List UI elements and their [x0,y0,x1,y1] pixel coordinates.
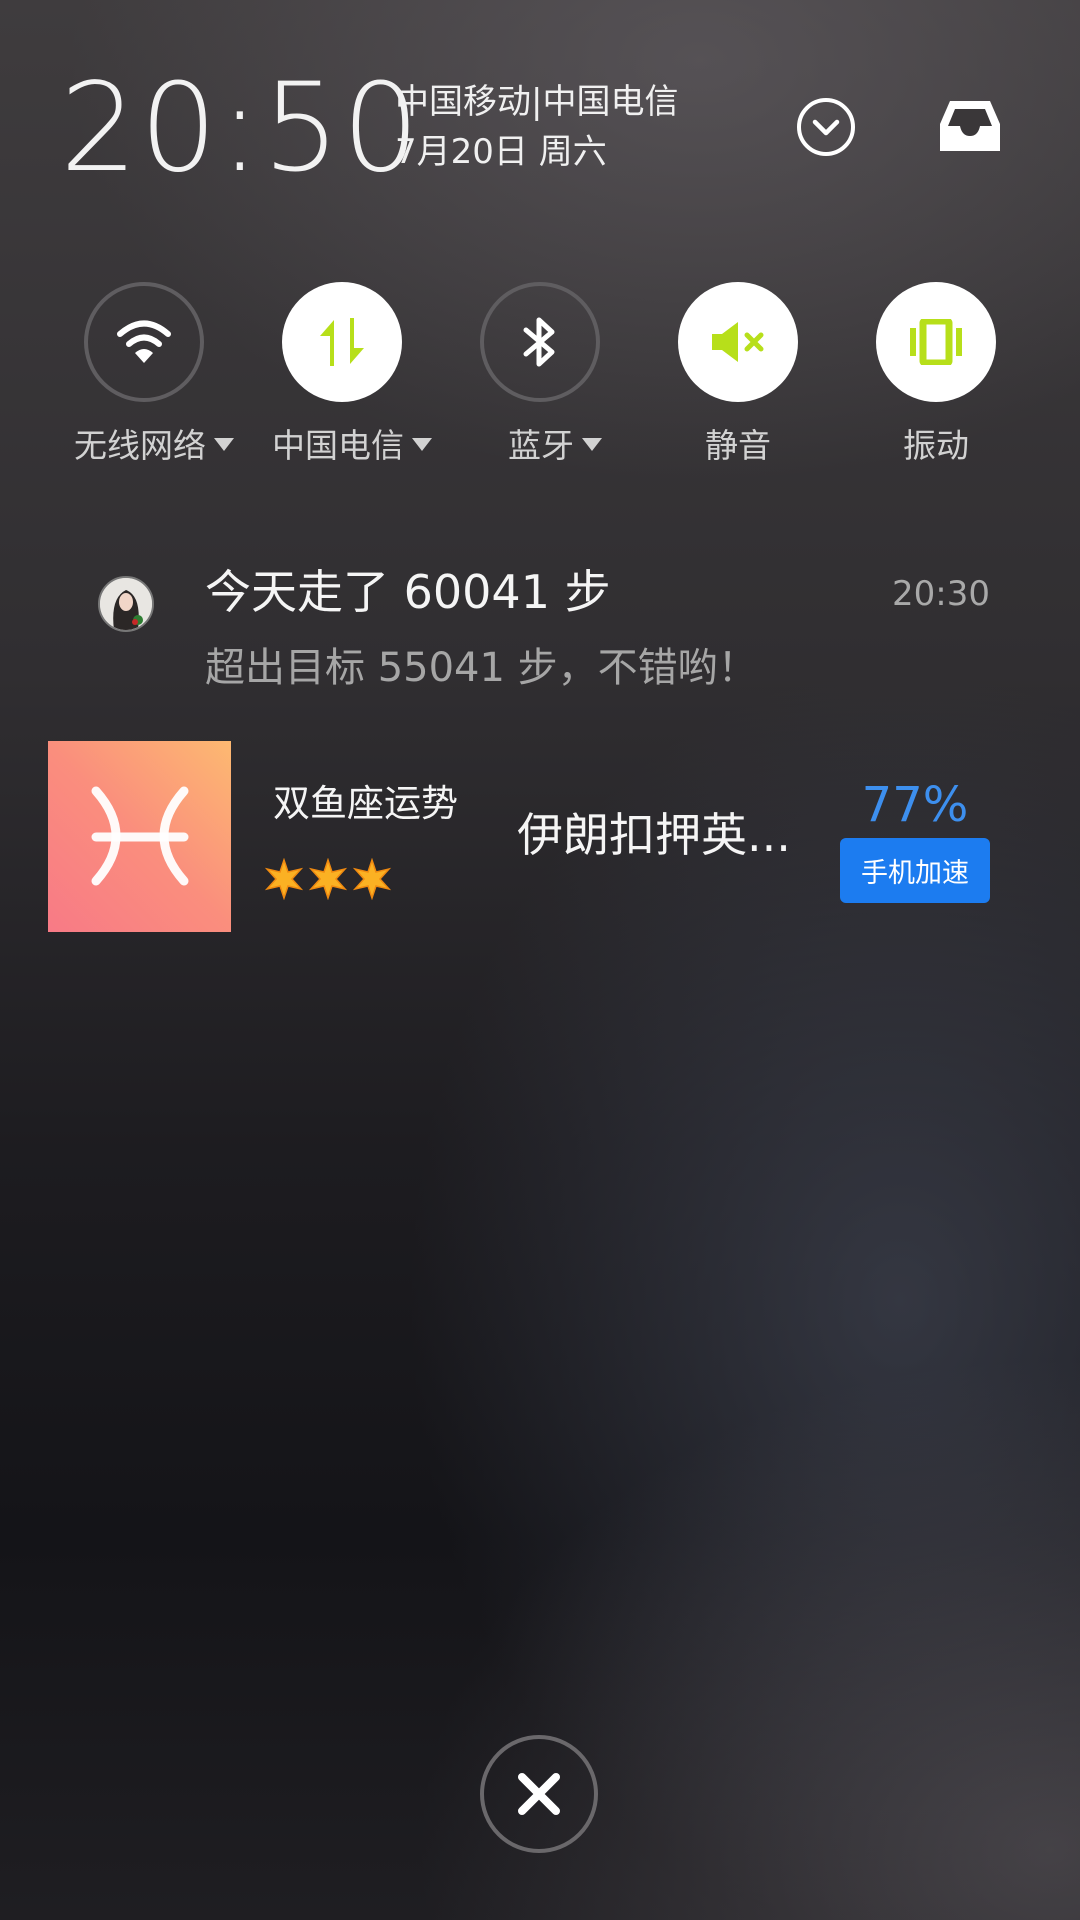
notification-title: 今天走了 60041 步 [205,565,611,619]
star-icon [352,858,392,900]
pisces-icon [48,741,231,932]
caret-down-icon [412,437,432,451]
vibrate-toggle-label[interactable]: 振动 [866,420,1006,466]
bluetooth-toggle-label[interactable]: 蓝牙 [480,420,630,466]
close-button[interactable] [480,1735,598,1853]
wifi-label-text: 无线网络 [74,426,206,465]
clock: 20:50 [60,57,422,199]
mute-icon [712,322,764,362]
wifi-toggle-label[interactable]: 无线网络 [64,420,244,466]
mute-toggle[interactable] [678,282,798,402]
wifi-icon [117,320,171,363]
caret-down-icon [214,437,234,451]
vibrate-icon [910,319,962,365]
mobile-data-label-text: 中国电信 [272,426,404,465]
notification-text: 超出目标 55041 步，不错哟！ [205,645,758,691]
mobile-data-icon [320,318,364,366]
chevron-down-circle-icon [797,98,855,156]
notification-time: 20:30 [892,574,990,614]
vibrate-toggle[interactable] [876,282,996,402]
date: 7月20日 周六 [395,132,607,172]
caret-down-icon [582,437,602,451]
star-rating [263,858,393,902]
news-headline[interactable]: 伊朗扣押英... [517,805,791,865]
expand-button[interactable] [795,96,857,158]
horoscope-title: 双鱼座运势 [273,782,458,825]
bluetooth-toggle[interactable] [480,282,600,402]
bluetooth-icon [523,317,555,367]
star-icon [308,858,348,900]
bluetooth-label-text: 蓝牙 [508,426,574,465]
close-icon [518,1773,560,1815]
wifi-toggle[interactable] [84,282,204,402]
inbox-button[interactable] [938,98,1002,154]
avatar [98,576,154,632]
inbox-icon [940,101,1000,151]
mobile-data-toggle-label[interactable]: 中国电信 [262,420,442,466]
memory-percent: 77% [861,777,969,833]
mobile-data-toggle[interactable] [282,282,402,402]
carrier-name: 中国移动|中国电信 [395,82,679,122]
star-icon [264,858,304,900]
phone-boost-button[interactable]: 手机加速 [840,838,990,903]
mute-toggle-label[interactable]: 静音 [668,420,808,466]
